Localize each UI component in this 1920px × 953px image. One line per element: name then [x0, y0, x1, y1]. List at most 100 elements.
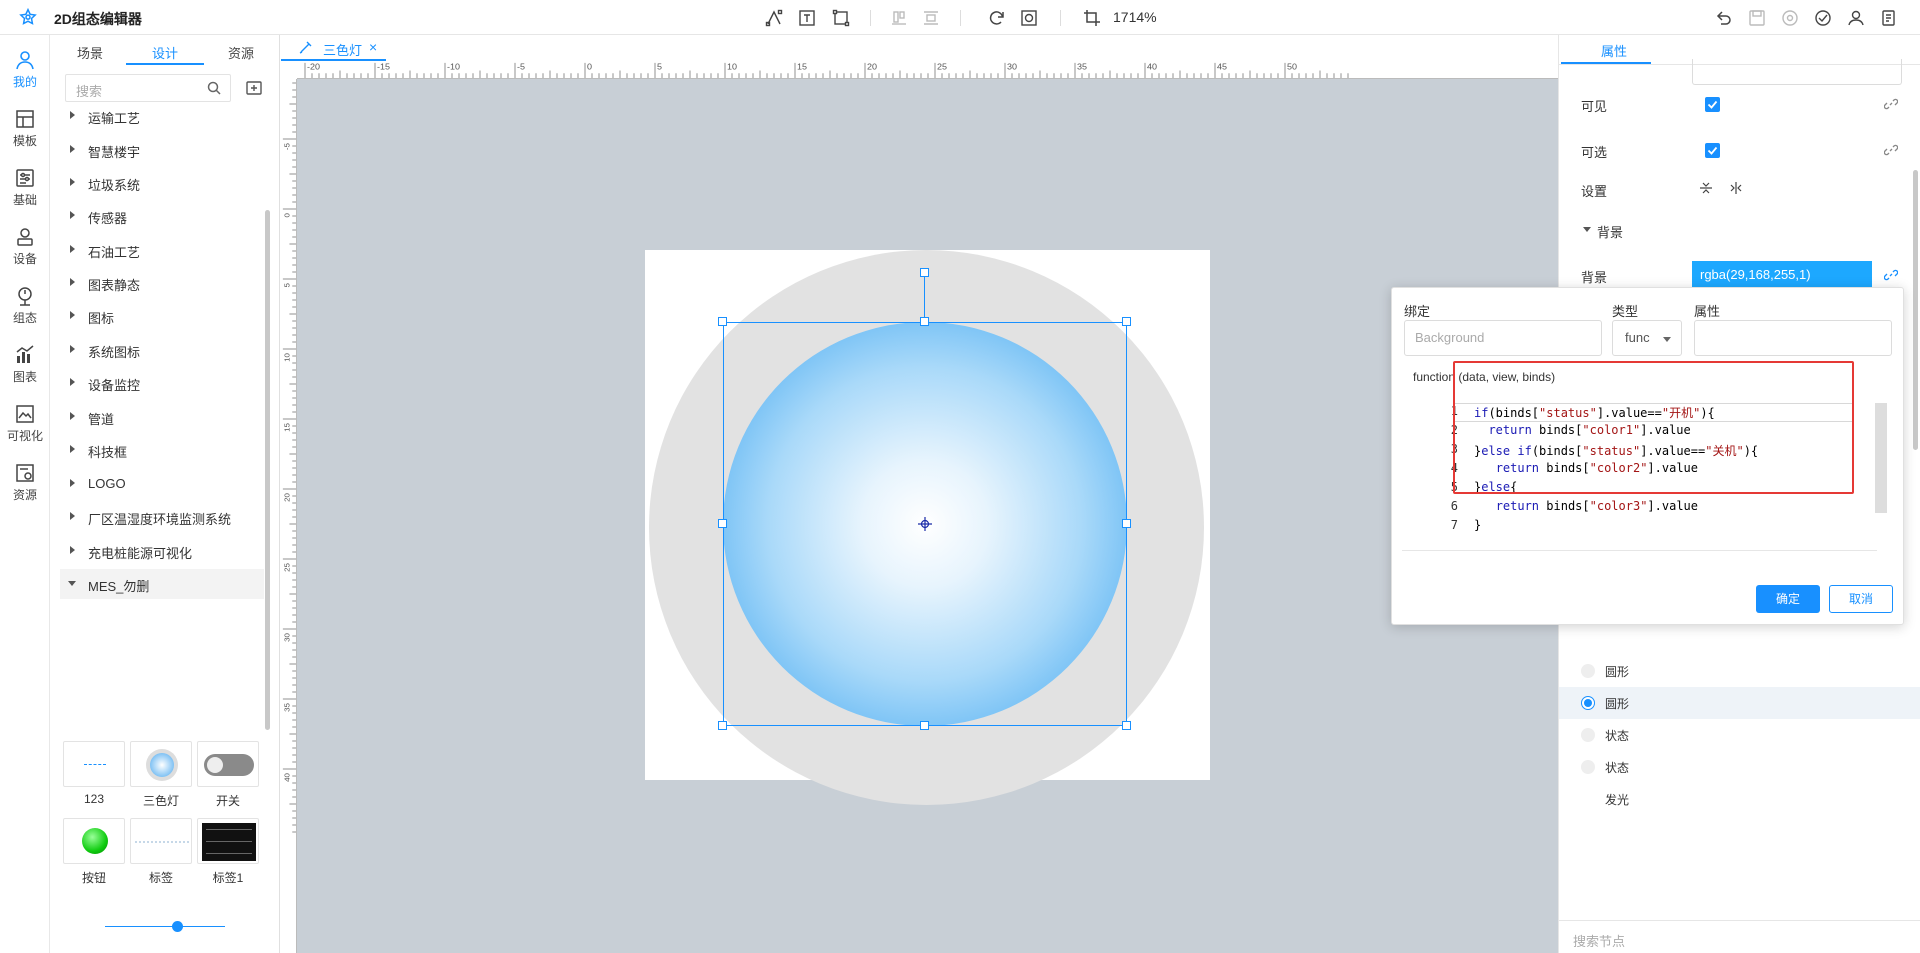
resize-handle-sw[interactable]	[718, 721, 727, 730]
resize-handle-s[interactable]	[920, 721, 929, 730]
device-icon	[17, 228, 33, 246]
attr-input[interactable]	[1694, 320, 1892, 356]
tree-item[interactable]: 充电桩能源可视化	[60, 536, 264, 566]
node-radio[interactable]	[1581, 664, 1595, 678]
link-icon[interactable]	[1884, 97, 1898, 111]
tree-item[interactable]: 传感器	[60, 201, 264, 231]
component-tile[interactable]: 123	[63, 741, 125, 806]
tree-item[interactable]: 垃圾系统	[60, 168, 264, 198]
resize-handle-e[interactable]	[1122, 519, 1131, 528]
component-tile[interactable]: 开关	[197, 741, 259, 809]
component-tile[interactable]: 标签1	[197, 818, 259, 886]
node-radio[interactable]	[1581, 728, 1595, 742]
tab-scene[interactable]: 场景	[77, 43, 103, 62]
resize-handle-ne[interactable]	[1122, 317, 1131, 326]
rotate-handle[interactable]	[920, 268, 929, 277]
confirm-button[interactable]: 确定	[1756, 585, 1820, 613]
type-label: 类型	[1612, 304, 1639, 319]
cancel-button[interactable]: 取消	[1829, 585, 1893, 613]
nav-label: 我的	[12, 75, 37, 89]
text-box-icon[interactable]	[798, 9, 816, 27]
search-icon[interactable]	[207, 81, 221, 95]
close-icon[interactable]: ×	[369, 39, 377, 55]
component-tile[interactable]: 三色灯	[130, 741, 192, 809]
component-tile[interactable]: 标签	[130, 818, 192, 886]
nav-item-visual[interactable]: 可视化	[0, 389, 50, 449]
refresh-icon[interactable]	[988, 9, 1006, 27]
component-thumbnail	[197, 741, 259, 787]
selectable-checkbox[interactable]	[1705, 143, 1720, 158]
canvas-area[interactable]: 三色灯 × -20 -15 -10 -5 0 5 10 15 20 25 30 35 40 45 50 -5…	[281, 35, 1558, 953]
tree-item[interactable]: 科技框	[60, 435, 264, 465]
add-folder-icon[interactable]	[245, 79, 263, 97]
flip-vertical-icon[interactable]	[1699, 181, 1713, 195]
align-top-icon[interactable]	[890, 9, 908, 27]
tab-properties[interactable]: 属性	[1601, 41, 1627, 60]
properties-scrollbar[interactable]	[1913, 170, 1918, 450]
type-select[interactable]: func	[1612, 320, 1682, 356]
tree-item[interactable]: 运输工艺	[60, 101, 264, 131]
thumbnail-size-slider[interactable]	[105, 926, 225, 927]
export-icon[interactable]	[1880, 9, 1898, 27]
nav-item-device[interactable]: 设备	[0, 212, 50, 272]
tree-item[interactable]: 图标	[60, 301, 264, 331]
tree-item[interactable]: 系统图标	[60, 335, 264, 365]
nav-item-resource[interactable]: 资源	[0, 448, 50, 508]
browser-icon[interactable]	[1814, 9, 1832, 27]
node-search-input[interactable]: 搜索节点	[1559, 920, 1920, 953]
tree-item[interactable]: 管道	[60, 402, 264, 432]
node-item[interactable]: 发光	[1559, 783, 1920, 815]
slider-handle[interactable]	[172, 921, 183, 932]
tree-item[interactable]: 设备监控	[60, 368, 264, 398]
component-search-input[interactable]: 搜索	[65, 74, 231, 102]
tree-item[interactable]: 图表静态	[60, 268, 264, 298]
undo-icon[interactable]	[1714, 9, 1732, 27]
nav-item-mine[interactable]: 我的	[0, 35, 50, 95]
preview-icon[interactable]	[1781, 9, 1799, 27]
doc-tab-active[interactable]: 三色灯 ×	[281, 35, 386, 61]
code-scrollbar[interactable]	[1875, 403, 1887, 513]
tab-design[interactable]: 设计	[152, 43, 178, 62]
nav-item-basic[interactable]: 基础	[0, 153, 50, 213]
tree-item[interactable]: 石油工艺	[60, 235, 264, 265]
bg-color-input[interactable]: rgba(29,168,255,1)	[1692, 261, 1872, 289]
tree-item-open[interactable]: MES_勿删	[60, 569, 264, 599]
node-item[interactable]: 状态	[1559, 751, 1920, 783]
nav-item-template[interactable]: 模板	[0, 94, 50, 154]
rect-select-icon[interactable]	[832, 9, 850, 27]
expand-arrow-icon	[70, 245, 75, 253]
link-icon[interactable]	[1884, 143, 1898, 157]
fit-view-icon[interactable]	[1020, 9, 1038, 27]
flip-horizontal-icon[interactable]	[1729, 181, 1743, 195]
select-field-partial[interactable]	[1692, 59, 1902, 85]
tree-item[interactable]: 厂区温湿度环境监测系统	[60, 502, 264, 532]
crop-icon[interactable]	[1083, 9, 1101, 27]
nav-item-scada[interactable]: 组态	[0, 271, 50, 331]
node-label: 圆形	[1605, 697, 1630, 711]
node-item-selected[interactable]: 圆形	[1559, 687, 1920, 719]
crosshair-icon[interactable]	[918, 517, 932, 531]
save-icon[interactable]	[1748, 9, 1766, 27]
resize-handle-se[interactable]	[1122, 721, 1131, 730]
link-icon[interactable]	[1884, 268, 1898, 282]
node-item[interactable]: 圆形	[1559, 655, 1920, 687]
tree-item-label: 厂区温湿度环境监测系统	[88, 512, 232, 527]
distribute-icon[interactable]	[922, 9, 940, 27]
node-radio[interactable]	[1581, 696, 1595, 710]
bind-input[interactable]: Background	[1404, 320, 1602, 356]
visible-checkbox[interactable]	[1705, 97, 1720, 112]
user-icon[interactable]	[1847, 9, 1865, 27]
panel-scrollbar[interactable]	[265, 210, 270, 730]
resize-handle-nw[interactable]	[718, 317, 727, 326]
resize-handle-w[interactable]	[718, 519, 727, 528]
node-item[interactable]: 状态	[1559, 719, 1920, 751]
collapse-arrow-icon[interactable]	[1583, 227, 1591, 232]
tree-item[interactable]: 智慧楼宇	[60, 135, 264, 165]
nav-item-chart[interactable]: 图表	[0, 330, 50, 390]
tab-resource[interactable]: 资源	[228, 43, 254, 62]
component-tile[interactable]: 按钮	[63, 818, 125, 886]
resize-handle-n[interactable]	[920, 317, 929, 326]
node-radio[interactable]	[1581, 760, 1595, 774]
tree-item[interactable]: LOGO	[60, 469, 264, 499]
edit-path-icon[interactable]	[765, 9, 783, 27]
